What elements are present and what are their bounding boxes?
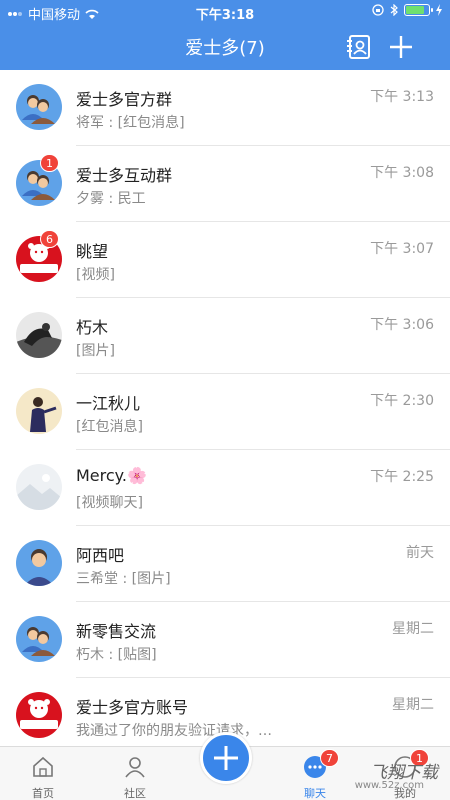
chat-time: 下午 2:25 xyxy=(370,469,434,485)
chat-time: 下午 3:13 xyxy=(370,89,434,105)
chat-name: 爱士多互动群 xyxy=(76,166,173,185)
chat-item[interactable]: 爱士多官方群 将军 : [红包消息] 下午 3:13 xyxy=(0,70,450,146)
chat-time: 下午 3:07 xyxy=(370,241,434,257)
chat-item[interactable]: 新零售交流 朽木 : [贴图] 星期二 xyxy=(0,602,450,678)
chat-item[interactable]: 6 眺望 [视频] 下午 3:07 xyxy=(0,222,450,298)
group-avatar-icon xyxy=(16,616,62,662)
charging-icon xyxy=(436,4,442,16)
chat-item[interactable]: 一江秋儿 [红包消息] 下午 2:30 xyxy=(0,374,450,450)
unread-badge: 1 xyxy=(40,154,59,172)
chat-item[interactable]: Mercy.🌸 [视频聊天] 下午 2:25 xyxy=(0,450,450,526)
tab-chat[interactable]: 7 聊天 xyxy=(280,747,350,800)
chat-time: 星期二 xyxy=(392,621,434,637)
chat-time: 下午 3:06 xyxy=(370,317,434,333)
chat-unread-badge: 7 xyxy=(320,749,339,767)
chat-time: 前天 xyxy=(406,545,434,561)
plus-icon xyxy=(214,746,238,770)
person-avatar-icon xyxy=(16,540,62,586)
center-add-button[interactable] xyxy=(200,732,252,784)
chat-time: 星期二 xyxy=(392,697,434,713)
photo-avatar xyxy=(16,388,62,434)
chat-item[interactable]: 朽木 [图片] 下午 3:06 xyxy=(0,298,450,374)
chat-preview: [红包消息] xyxy=(76,419,143,435)
chat-time: 下午 3:08 xyxy=(370,165,434,181)
tab-community[interactable]: 社区 xyxy=(100,747,170,800)
chat-name: 眺望 xyxy=(76,242,109,261)
contacts-button[interactable] xyxy=(346,34,372,60)
chat-preview: 夕雾 : 民工 xyxy=(76,191,146,207)
unread-badge: 6 xyxy=(40,230,59,248)
chat-preview: [视频聊天] xyxy=(76,495,143,511)
tab-label: 社区 xyxy=(124,787,146,800)
group-avatar-icon xyxy=(16,84,62,130)
community-icon xyxy=(125,757,145,778)
photo-avatar xyxy=(16,464,62,510)
chat-name: 阿西吧 xyxy=(76,546,125,565)
chat-name: 爱士多官方账号 xyxy=(76,698,189,717)
chat-preview: [图片] xyxy=(76,343,115,359)
chat-name: Mercy.🌸 xyxy=(76,466,147,485)
status-bar: 中国移动 下午3:18 xyxy=(0,0,450,24)
chat-name: 一江秋儿 xyxy=(76,394,141,413)
bluetooth-icon xyxy=(390,4,398,16)
battery-icon xyxy=(404,4,433,16)
watermark-url: www.52z.com xyxy=(354,780,424,791)
chat-preview: 将军 : [红包消息] xyxy=(76,115,185,131)
store-logo-avatar xyxy=(16,692,62,738)
photo-avatar xyxy=(16,312,62,358)
tab-label: 聊天 xyxy=(304,787,326,800)
lock-rotation-icon xyxy=(372,4,384,16)
chat-name: 新零售交流 xyxy=(76,622,157,641)
tab-home[interactable]: 首页 xyxy=(8,747,78,800)
add-button[interactable] xyxy=(388,34,414,60)
status-right xyxy=(372,4,442,16)
chat-name: 朽木 xyxy=(76,318,109,337)
chat-item[interactable]: 阿西吧 三希堂 : [图片] 前天 xyxy=(0,526,450,602)
chat-preview: 朽木 : [贴图] xyxy=(76,647,157,663)
chat-preview: [视频] xyxy=(76,267,115,283)
tab-label: 首页 xyxy=(32,787,54,800)
chat-list: 爱士多官方群 将军 : [红包消息] 下午 3:13 1 爱士多互动群 夕雾 :… xyxy=(0,70,450,746)
home-icon xyxy=(33,756,53,777)
chat-name: 爱士多官方群 xyxy=(76,90,173,109)
chat-item[interactable]: 1 爱士多互动群 夕雾 : 民工 下午 3:08 xyxy=(0,146,450,222)
chat-preview: 三希堂 : [图片] xyxy=(76,571,171,587)
chat-time: 下午 2:30 xyxy=(370,393,434,409)
page-title: 爱士多(7) xyxy=(185,38,265,59)
nav-bar: 爱士多(7) xyxy=(0,24,450,70)
